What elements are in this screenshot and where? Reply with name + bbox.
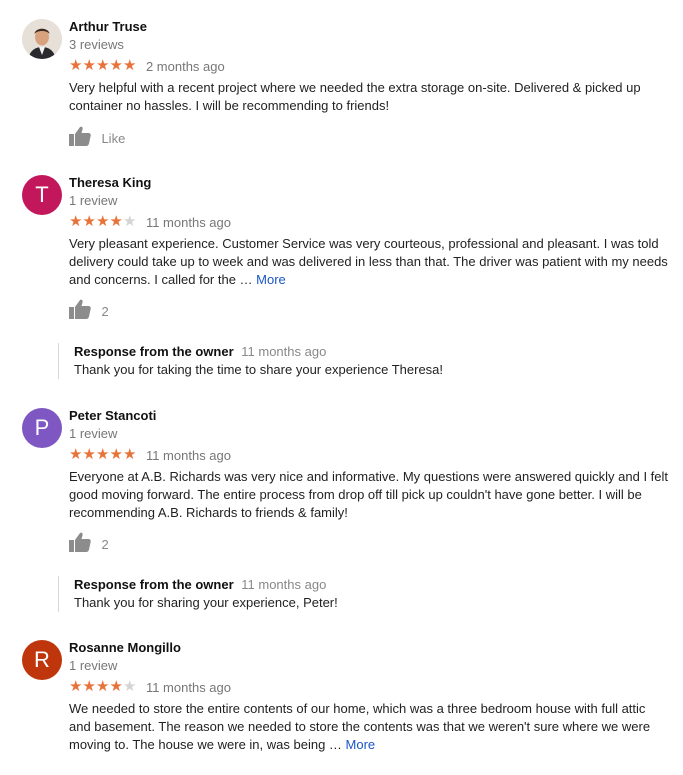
star-empty-icon: ★ bbox=[123, 213, 137, 230]
reviewer-name[interactable]: Rosanne Mongillo bbox=[69, 640, 181, 656]
star-filled-icon: ★ bbox=[96, 57, 110, 74]
owner-response: Response from the owner 11 months ago Th… bbox=[58, 343, 674, 379]
thumbs-up-icon bbox=[69, 532, 91, 557]
review-text: Very helpful with a recent project where… bbox=[69, 79, 669, 115]
star-filled-icon: ★ bbox=[69, 213, 83, 230]
review-date: 11 months ago bbox=[145, 447, 231, 463]
avatar-letter: T bbox=[35, 182, 49, 207]
avatar-letter: R bbox=[34, 647, 50, 672]
more-link[interactable]: More bbox=[346, 737, 376, 752]
reviewer-name[interactable]: Arthur Truse bbox=[69, 19, 147, 35]
like-button[interactable]: 2 bbox=[69, 532, 109, 554]
review-date: 11 months ago bbox=[145, 214, 231, 230]
review-date: 2 months ago bbox=[145, 58, 225, 74]
owner-response: Response from the owner 11 months ago Th… bbox=[58, 576, 674, 612]
star-filled-icon: ★ bbox=[69, 678, 83, 695]
star-filled-icon: ★ bbox=[96, 446, 110, 463]
reviewer-review-count: 1 review bbox=[69, 426, 118, 441]
review-text-body: Very helpful with a recent project where… bbox=[69, 80, 641, 113]
reviewer-avatar[interactable]: R bbox=[22, 640, 62, 680]
owner-response-text: Thank you for sharing your experience, P… bbox=[74, 595, 338, 610]
reviewer-name[interactable]: Theresa King bbox=[69, 175, 151, 191]
owner-response-text: Thank you for taking the time to share y… bbox=[74, 362, 444, 377]
owner-response-title: Response from the owner bbox=[74, 344, 234, 359]
reviewer-avatar[interactable]: P bbox=[22, 408, 62, 448]
star-filled-icon: ★ bbox=[96, 213, 110, 230]
star-filled-icon: ★ bbox=[109, 213, 123, 230]
more-link[interactable]: More bbox=[256, 272, 286, 287]
reviewer-avatar[interactable]: T bbox=[22, 175, 62, 215]
star-filled-icon: ★ bbox=[123, 446, 137, 463]
reviewer-review-count: 3 reviews bbox=[69, 37, 124, 52]
like-label: Like bbox=[101, 131, 126, 146]
review-text: We needed to store the entire contents o… bbox=[69, 700, 669, 754]
star-filled-icon: ★ bbox=[82, 446, 96, 463]
star-rating: ★★★★★ bbox=[69, 57, 137, 75]
thumbs-up-icon bbox=[69, 299, 91, 324]
reviewer-name[interactable]: Peter Stancoti bbox=[69, 408, 156, 424]
review-date: 11 months ago bbox=[145, 679, 231, 695]
star-filled-icon: ★ bbox=[69, 57, 83, 74]
review-text-body: Everyone at A.B. Richards was very nice … bbox=[69, 469, 669, 520]
star-empty-icon: ★ bbox=[123, 678, 137, 695]
star-filled-icon: ★ bbox=[82, 213, 96, 230]
review-text-body: Very pleasant experience. Customer Servi… bbox=[69, 236, 668, 287]
star-filled-icon: ★ bbox=[96, 678, 110, 695]
thumbs-up-icon bbox=[69, 126, 91, 151]
star-filled-icon: ★ bbox=[82, 57, 96, 74]
reviewer-avatar[interactable] bbox=[22, 19, 62, 59]
review-text: Very pleasant experience. Customer Servi… bbox=[69, 235, 669, 289]
star-rating: ★★★★★ bbox=[69, 213, 137, 231]
star-rating: ★★★★★ bbox=[69, 446, 137, 464]
avatar-letter: P bbox=[34, 415, 50, 440]
like-button[interactable]: Like bbox=[69, 126, 125, 148]
review-text: Everyone at A.B. Richards was very nice … bbox=[69, 468, 669, 522]
person-photo-icon bbox=[22, 19, 62, 59]
star-filled-icon: ★ bbox=[109, 446, 123, 463]
like-count: 2 bbox=[101, 537, 109, 552]
owner-response-date: 11 months ago bbox=[241, 344, 327, 359]
star-rating: ★★★★★ bbox=[69, 678, 137, 696]
star-filled-icon: ★ bbox=[69, 446, 83, 463]
star-filled-icon: ★ bbox=[109, 57, 123, 74]
like-count: 2 bbox=[101, 304, 109, 319]
like-button[interactable]: 2 bbox=[69, 299, 109, 321]
owner-response-date: 11 months ago bbox=[241, 577, 327, 592]
star-filled-icon: ★ bbox=[82, 678, 96, 695]
reviewer-review-count: 1 review bbox=[69, 193, 118, 208]
star-filled-icon: ★ bbox=[123, 57, 137, 74]
star-filled-icon: ★ bbox=[109, 678, 123, 695]
reviewer-review-count: 1 review bbox=[69, 658, 118, 673]
owner-response-title: Response from the owner bbox=[74, 577, 234, 592]
